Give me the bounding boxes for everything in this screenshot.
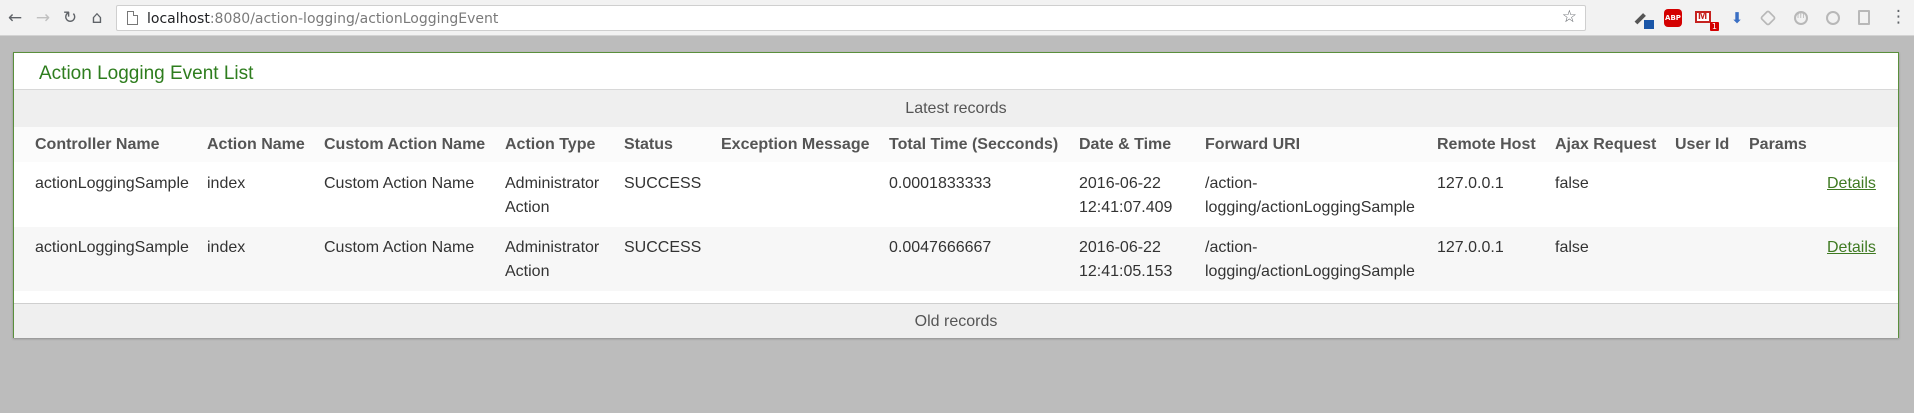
old-records-heading[interactable]: Old records <box>14 303 1898 338</box>
hexagon-extension-icon[interactable] <box>1759 9 1777 27</box>
cell-action-type-line1: Administrator <box>505 239 600 256</box>
column-header-exception-message[interactable]: Exception Message <box>721 136 870 154</box>
action-logging-panel: Action Logging Event List Latest records… <box>13 52 1899 338</box>
cell-action-name: index <box>207 239 246 256</box>
cell-action-type: Administrator Action <box>505 236 599 284</box>
home-icon[interactable]: ⌂ <box>85 6 109 30</box>
cell-action-type-line1: Administrator <box>505 175 600 192</box>
cell-action-type-line2: Action <box>505 199 550 216</box>
url-text[interactable]: localhost:8080/action-logging/actionLogg… <box>147 11 498 27</box>
page-info-icon[interactable] <box>127 11 138 25</box>
cell-ajax-request: false <box>1555 175 1589 192</box>
column-header-status[interactable]: Status <box>624 136 673 154</box>
reload-icon[interactable]: ↻ <box>58 6 82 30</box>
cell-date-time: 2016-06-22 12:41:05.153 <box>1079 236 1172 284</box>
bookmark-star-icon[interactable]: ☆ <box>1562 7 1577 27</box>
table-header: Controller Name Action Name Custom Actio… <box>14 127 1898 162</box>
cell-action-type-line2: Action <box>505 263 550 280</box>
back-arrow-icon[interactable]: ← <box>3 6 27 30</box>
url-host: localhost <box>147 11 210 27</box>
browser-toolbar: ← → ↻ ⌂ localhost:8080/action-logging/ac… <box>0 0 1914 36</box>
gmail-extension-icon[interactable]: 1 <box>1695 9 1719 31</box>
column-header-ajax-request[interactable]: Ajax Request <box>1555 136 1656 154</box>
cell-action-name: index <box>207 175 246 192</box>
column-header-action-name[interactable]: Action Name <box>207 136 305 154</box>
table-row: actionLoggingSample index Custom Action … <box>14 163 1898 227</box>
cell-date: 2016-06-22 <box>1079 239 1161 256</box>
cell-time: 12:41:05.153 <box>1079 263 1173 280</box>
cell-controller-name: actionLoggingSample <box>35 239 189 256</box>
browser-menu-icon[interactable]: ⋮ <box>1890 7 1907 27</box>
column-header-params[interactable]: Params <box>1749 136 1807 154</box>
cell-date: 2016-06-22 <box>1079 175 1161 192</box>
column-header-forward-uri[interactable]: Forward URI <box>1205 136 1300 154</box>
cell-controller-name: actionLoggingSample <box>35 175 189 192</box>
cell-custom-action-name: Custom Action Name <box>324 175 475 192</box>
cell-date-time: 2016-06-22 12:41:07.409 <box>1079 172 1172 220</box>
mail-extension-icon[interactable] <box>1826 11 1840 25</box>
eyedropper-extension-icon[interactable] <box>1634 9 1654 29</box>
url-path: :8080/action-logging/actionLoggingEvent <box>209 11 499 27</box>
cell-forward-uri: /action-logging/actionLoggingSample <box>1205 236 1415 284</box>
cell-forward-uri-line2: logging/actionLoggingSample <box>1205 263 1415 280</box>
details-link[interactable]: Details <box>1827 236 1876 260</box>
column-header-user-id[interactable]: User Id <box>1675 136 1729 154</box>
column-header-total-time[interactable]: Total Time (Secconds) <box>889 136 1058 154</box>
gmail-count-badge: 1 <box>1709 22 1719 31</box>
cell-forward-uri-line1: /action- <box>1205 239 1258 256</box>
download-extension-icon[interactable]: ⬇ <box>1728 9 1746 27</box>
cell-custom-action-name: Custom Action Name <box>324 239 475 256</box>
page-title: Action Logging Event List <box>39 63 254 84</box>
latest-records-heading: Latest records <box>14 89 1898 127</box>
cell-time: 12:41:07.409 <box>1079 199 1173 216</box>
details-link[interactable]: Details <box>1827 172 1876 196</box>
table-row: actionLoggingSample index Custom Action … <box>14 227 1898 291</box>
cell-total-time: 0.0001833333 <box>889 175 992 192</box>
column-header-action-type[interactable]: Action Type <box>505 136 595 154</box>
cell-forward-uri: /action-logging/actionLoggingSample <box>1205 172 1415 220</box>
column-header-custom-action-name[interactable]: Custom Action Name <box>324 136 485 154</box>
column-header-controller-name[interactable]: Controller Name <box>35 136 159 154</box>
column-header-date-time[interactable]: Date & Time <box>1079 136 1171 154</box>
cell-forward-uri-line2: logging/actionLoggingSample <box>1205 199 1415 216</box>
cell-ajax-request: false <box>1555 239 1589 256</box>
address-bar[interactable]: localhost:8080/action-logging/actionLogg… <box>116 5 1586 31</box>
cell-status: SUCCESS <box>624 175 702 192</box>
m-extension-icon[interactable] <box>1794 10 1808 25</box>
cell-remote-host: 127.0.0.1 <box>1437 175 1504 192</box>
cell-remote-host: 127.0.0.1 <box>1437 239 1504 256</box>
document-extension-icon[interactable] <box>1858 10 1870 25</box>
column-header-remote-host[interactable]: Remote Host <box>1437 136 1536 154</box>
cell-forward-uri-line1: /action- <box>1205 175 1258 192</box>
cell-action-type: Administrator Action <box>505 172 599 220</box>
cell-total-time: 0.0047666667 <box>889 239 992 256</box>
cell-status: SUCCESS <box>624 239 702 256</box>
adblock-plus-icon[interactable]: ABP <box>1664 9 1682 27</box>
forward-arrow-icon[interactable]: → <box>31 6 55 30</box>
